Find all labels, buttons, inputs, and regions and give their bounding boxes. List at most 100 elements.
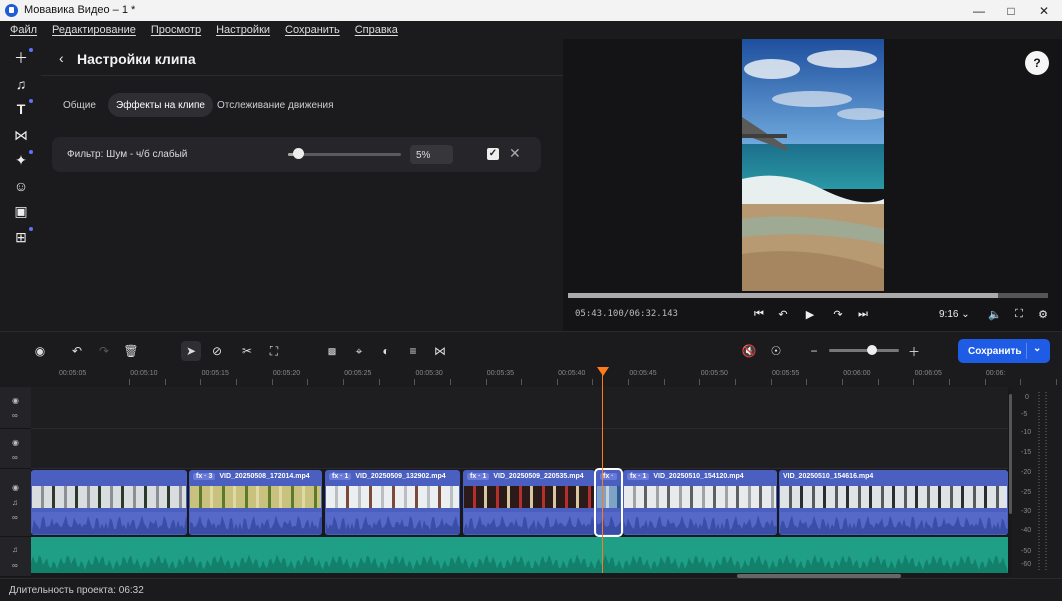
zoom-slider[interactable] (829, 349, 899, 352)
plus-icon[interactable]: ＋ (11, 48, 33, 68)
transition-wizard-icon[interactable]: ⋈ (430, 341, 450, 361)
clip-waveform (326, 512, 460, 534)
menu-settings[interactable]: Настройки (216, 24, 270, 36)
fullscreen-icon[interactable]: ⛶ (1011, 306, 1027, 322)
filter-intensity-slider[interactable] (288, 153, 401, 156)
captions-icon[interactable]: ▩ (322, 341, 342, 361)
clip-fx-badge[interactable]: fx · 3 (193, 473, 216, 480)
filter-enabled-checkbox[interactable]: ✓ (487, 148, 499, 160)
playhead-handle[interactable] (597, 367, 609, 376)
tab-motion-tracking[interactable]: Отслеживание движения (209, 93, 342, 117)
close-icon[interactable]: ✕ (1028, 0, 1060, 21)
vu-scale-label: -25 (1021, 489, 1032, 496)
vu-scale-label: -5 (1021, 411, 1028, 418)
apps-icon[interactable]: ⊞ (11, 227, 33, 247)
menu-view[interactable]: Просмотр (151, 24, 201, 36)
settings-gear-icon[interactable]: ⚙ (1035, 306, 1051, 322)
clip-waveform (780, 512, 1008, 534)
tab-clip-effects[interactable]: Эффекты на клипе (108, 93, 213, 117)
ruler-tick (271, 379, 273, 385)
video-clip[interactable]: VID_20250510_154616.mp4 (779, 470, 1008, 535)
delete-icon[interactable]: 🗑 (121, 341, 141, 361)
vu-channel-bar (1045, 392, 1047, 572)
zoom-in-icon[interactable]: ＋ (904, 341, 924, 361)
chevron-down-icon[interactable]: ⌄ (1033, 343, 1041, 354)
color-adjust-icon[interactable]: ◐ (376, 341, 396, 361)
zoom-out-icon[interactable]: − (804, 341, 824, 361)
cut-icon[interactable]: ✂ (237, 341, 257, 361)
clip-name: fx · 3 VID_20250508_172014.mp4 (193, 473, 310, 480)
remove-filter-icon[interactable]: ✕ (509, 145, 521, 162)
crop-icon[interactable]: ⌖ (349, 341, 369, 361)
ruler-tick (1055, 379, 1057, 385)
vertical-scrollbar[interactable] (1009, 394, 1012, 514)
video-clip[interactable]: fx · 3 VID_20250508_172014.mp4 (189, 470, 322, 535)
ruler-tick (556, 379, 558, 385)
panel-header: ‹ Настройки клипа (41, 39, 563, 76)
rewind-icon[interactable]: ↶ (775, 306, 791, 322)
video-clip[interactable]: fx · 1 VID_20250510_154120.mp4 (623, 470, 777, 535)
playhead[interactable] (602, 367, 603, 573)
ruler-tick (521, 379, 523, 385)
text-icon[interactable]: T (11, 99, 33, 119)
menu-help[interactable]: Справка (355, 24, 398, 36)
blade-icon[interactable]: ⊘ (207, 341, 227, 361)
zoom-handle[interactable] (867, 345, 877, 355)
aspect-ratio-select[interactable]: 9:16 ⌄ (939, 309, 970, 320)
forward-icon[interactable]: ↷ (830, 306, 846, 322)
record-icon[interactable]: ◉ (30, 341, 50, 361)
shield-icon[interactable]: ⛶ (264, 341, 284, 361)
video-clip[interactable]: fx · 1 VID_20250509_220535.mp4 (463, 470, 595, 535)
maximize-icon[interactable]: □ (995, 0, 1027, 21)
clip-settings-panel: ‹ Настройки клипа Общие Эффекты на клипе… (41, 39, 563, 331)
clip-name: VID_20250510_154616.mp4 (783, 473, 873, 480)
ruler-tick-label: 00:06: (985, 370, 1006, 377)
timeline-ruler[interactable]: 00:05:05 00:05:10 00:05:15 00:05:20 00:05:25… (31, 367, 1057, 387)
clip-fx-badge[interactable]: fx · 1 (467, 473, 490, 480)
puzzle-icon[interactable]: ▣ (11, 201, 31, 221)
volume-icon[interactable]: 🔈 (987, 306, 1003, 322)
video-clip[interactable]: fx · (594, 468, 623, 537)
status-bar: Длительность проекта: 06:32 (0, 578, 1062, 601)
ruler-tick (735, 379, 736, 385)
undo-icon[interactable]: ↶ (67, 341, 87, 361)
menu-file[interactable]: Файл (10, 24, 37, 36)
minimize-icon[interactable]: — (963, 0, 995, 21)
back-icon[interactable]: ‹ (59, 50, 64, 66)
slider-handle[interactable] (292, 148, 304, 159)
tab-general[interactable]: Общие (55, 93, 104, 117)
ruler-tick (806, 379, 808, 385)
ruler-tick (307, 379, 309, 385)
video-clip[interactable] (31, 470, 187, 535)
select-pointer-icon[interactable]: ➤ (181, 341, 201, 361)
vu-scale-label: -40 (1021, 527, 1032, 534)
menu-save[interactable]: Сохранить (285, 24, 340, 36)
app-logo-icon (5, 4, 18, 17)
menu-edit[interactable]: Редактирование (52, 24, 136, 36)
video-clip[interactable]: fx · 1 VID_20250509_132902.mp4 (325, 470, 460, 535)
clip-filename: VID_20250508_172014.mp4 (219, 473, 310, 480)
sticker-icon[interactable]: ☺ (11, 176, 31, 196)
clip-fx-badge[interactable]: fx · 1 (329, 473, 352, 480)
clip-filename: VID_20250509_132902.mp4 (355, 473, 446, 480)
equalizer-icon[interactable]: ≡ (403, 341, 423, 361)
transition-icon[interactable]: ⋈ (11, 125, 31, 145)
save-button[interactable]: Сохранить ⌄ (958, 339, 1050, 363)
video-preview: ? 05:43.100/06:32.143 ⏮ ↶ ▶ ↷ ⏭ 9:16 ⌄ 🔈… (563, 39, 1062, 331)
play-icon[interactable]: ▶ (802, 306, 818, 322)
filter-value-input[interactable]: 5% (410, 145, 453, 164)
magic-icon[interactable]: ✦ (11, 150, 33, 170)
ruler-tick (200, 379, 202, 385)
music-icon[interactable]: ♫ (11, 74, 31, 94)
clip-filename: VID_20250509_220535.mp4 (493, 473, 584, 480)
help-icon[interactable]: ? (1025, 51, 1049, 75)
redo-icon[interactable]: ↷ (94, 341, 114, 361)
skip-to-start-icon[interactable]: ⏮ (751, 306, 767, 322)
preview-seekbar[interactable] (568, 293, 1048, 298)
mute-icon[interactable]: 🔇 (739, 341, 759, 361)
scene-detect-icon[interactable]: ☉ (766, 341, 786, 361)
clip-waveform (597, 512, 621, 534)
skip-to-end-icon[interactable]: ⏭ (855, 306, 871, 322)
ruler-tick (699, 379, 701, 385)
clip-fx-badge[interactable]: fx · 1 (627, 473, 650, 480)
